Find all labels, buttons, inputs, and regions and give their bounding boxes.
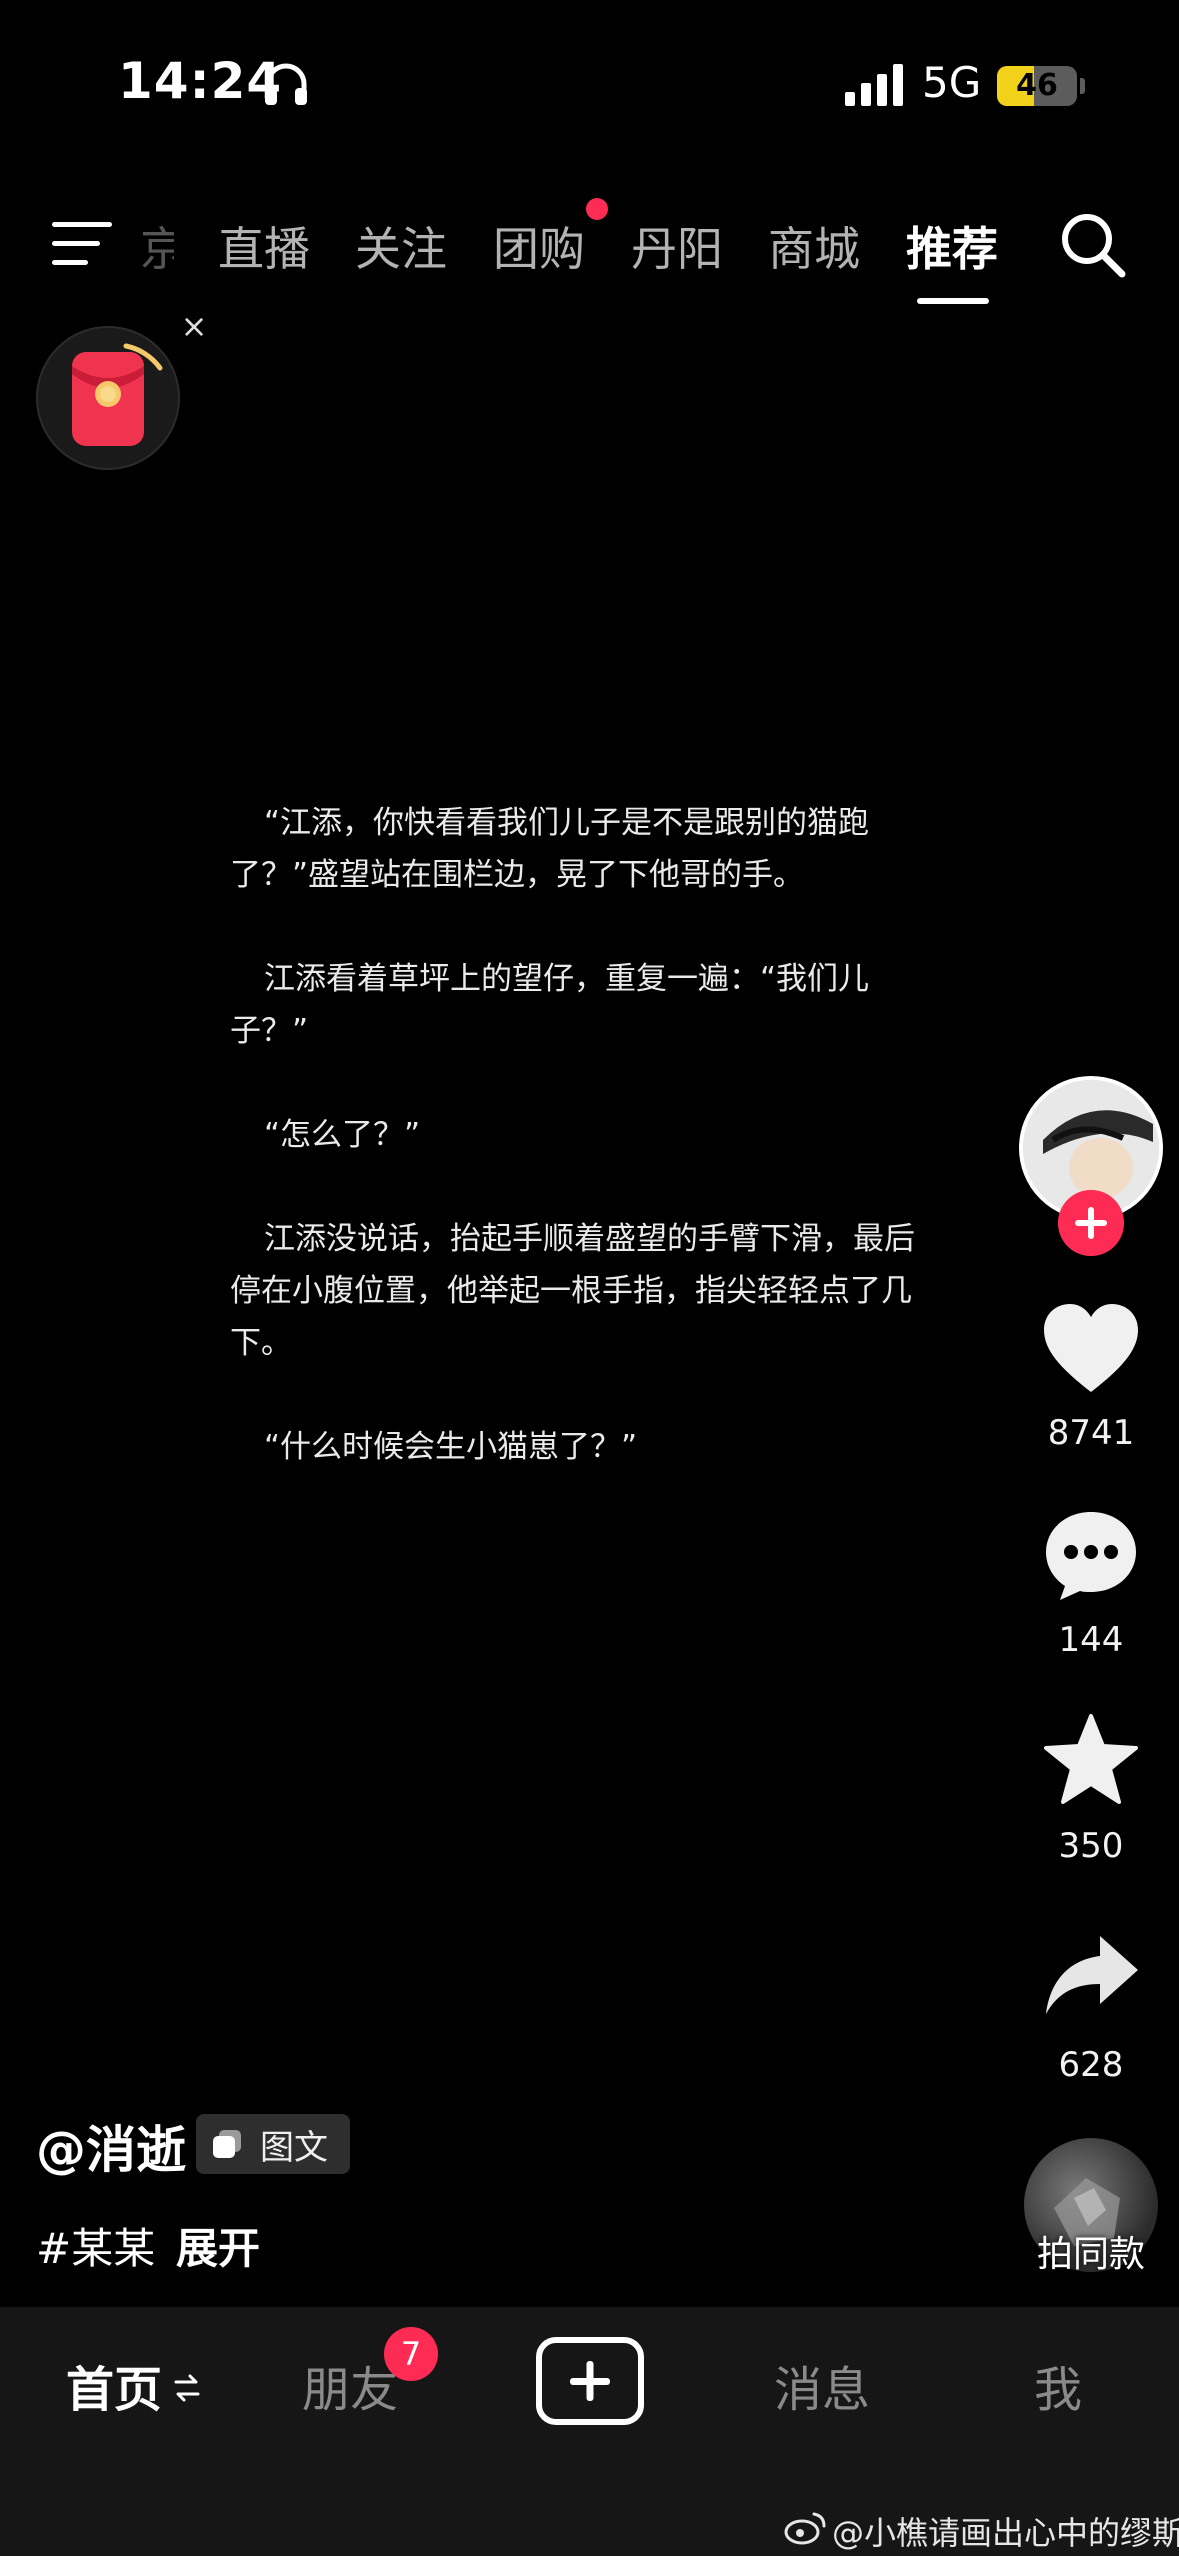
comment-icon[interactable] <box>1040 1506 1142 1602</box>
menu-icon[interactable] <box>52 220 114 268</box>
story-paragraph: “怎么了？” <box>264 1117 421 1153</box>
follow-button[interactable] <box>1058 1190 1124 1256</box>
tab-messages[interactable]: 消息 <box>774 2350 870 2420</box>
tab-mall[interactable]: 商城 <box>768 213 860 279</box>
create-button[interactable] <box>536 2337 644 2425</box>
battery-level: 46 <box>1016 68 1058 103</box>
like-count: 8741 <box>1047 1413 1135 1453</box>
tab-me[interactable]: 我 <box>1034 2350 1082 2420</box>
friends-badge: 7 <box>384 2327 438 2381</box>
story-paragraph: “什么时候会生小猫崽了？” <box>264 1429 638 1465</box>
search-icon[interactable] <box>1058 210 1128 280</box>
share-icon[interactable] <box>1040 1930 1142 2026</box>
share-count: 628 <box>1058 2045 1124 2085</box>
author-handle[interactable]: @消逝 <box>36 2110 186 2182</box>
favorite-count: 350 <box>1058 1826 1124 1866</box>
same-style-label[interactable]: 拍同款 <box>1011 2225 1171 2277</box>
battery-tip <box>1080 78 1085 94</box>
tab-live[interactable]: 直播 <box>218 213 310 279</box>
story-text: “江添，你快看看我们儿子是不是跟别的猫跑了？”盛望站在围栏边，晃了下他哥的手。 … <box>230 797 930 1525</box>
swap-icon[interactable] <box>174 2372 200 2404</box>
tab-following[interactable]: 关注 <box>355 213 447 279</box>
status-time: 14:24 <box>118 52 283 110</box>
heart-icon[interactable] <box>1040 1300 1142 1396</box>
tab-home[interactable]: 首页 <box>66 2350 162 2420</box>
story-paragraph: “江添，你快看看我们儿子是不是跟别的猫跑了？”盛望站在围栏边，晃了下他哥的手。 <box>230 805 870 893</box>
post-type-label: 图文 <box>260 2127 328 2168</box>
post-type-badge: 图文 <box>196 2114 350 2174</box>
plus-icon <box>570 2361 610 2401</box>
expand-button[interactable]: 展开 <box>176 2215 260 2276</box>
network-type: 5G <box>922 58 982 107</box>
close-icon[interactable]: × <box>176 308 212 344</box>
image-stack-icon <box>213 2130 241 2158</box>
active-tab-indicator <box>917 298 989 304</box>
hashtag[interactable]: #某某 <box>36 2215 155 2276</box>
comment-count: 144 <box>1058 1620 1124 1660</box>
signal-icon <box>845 64 903 106</box>
tab-recommend[interactable]: 推荐 <box>906 213 998 279</box>
tab-friends[interactable]: 朋友 <box>302 2350 398 2420</box>
story-paragraph: 江添没说话，抬起手顺着盛望的手臂下滑，最后停在小腹位置，他举起一根手指，指尖轻轻… <box>230 1221 915 1361</box>
tab-group-buy[interactable]: 团购 <box>493 213 585 279</box>
nav-tab-partial[interactable]: 京 <box>140 213 174 279</box>
watermark: @小樵请画出心中的缪斯 <box>832 2514 1179 2552</box>
notification-dot <box>586 198 608 220</box>
red-envelope-icon <box>72 343 163 446</box>
story-paragraph: 江添看着草坪上的望仔，重复一遍：“我们儿子？” <box>230 961 870 1049</box>
star-icon[interactable] <box>1040 1712 1142 1808</box>
tab-local[interactable]: 丹阳 <box>631 213 723 279</box>
headphone-icon <box>265 63 307 105</box>
red-packet-widget[interactable] <box>36 326 180 470</box>
weibo-icon <box>784 2512 826 2545</box>
battery-icon: 46 <box>997 66 1077 106</box>
